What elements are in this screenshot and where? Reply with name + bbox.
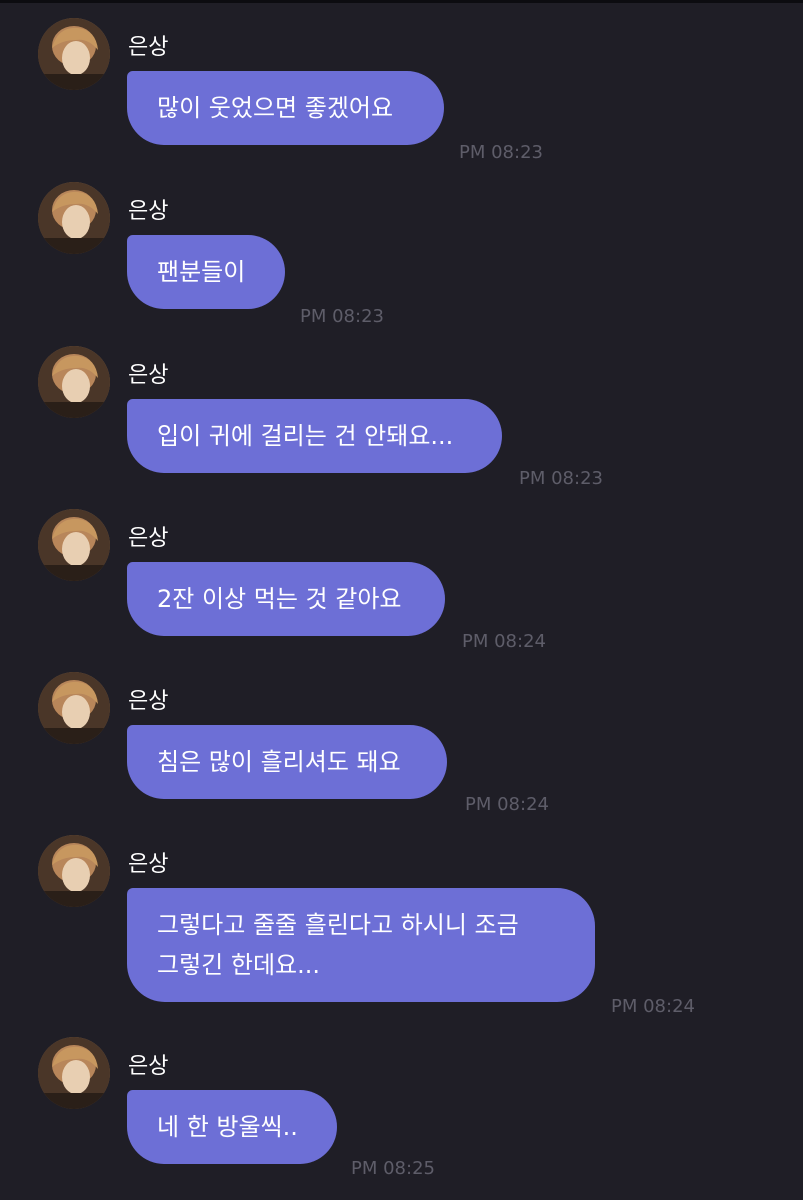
avatar[interactable] — [38, 835, 110, 907]
avatar[interactable] — [38, 18, 110, 90]
message-time: PM 08:24 — [462, 631, 546, 652]
profile-photo-icon — [38, 509, 110, 581]
profile-photo-icon — [38, 18, 110, 90]
message-bubble[interactable]: 네 한 방울씩.. — [127, 1090, 337, 1164]
message-bubble[interactable]: 많이 웃었으면 좋겠어요 — [127, 71, 444, 145]
message-time: PM 08:24 — [465, 794, 549, 815]
avatar[interactable] — [38, 672, 110, 744]
chat-message-list[interactable]: 은상 많이 웃었으면 좋겠어요 PM 08:23 은상 팬분들이 PM 08:2… — [0, 0, 803, 1200]
chat-message: 은상 2잔 이상 먹는 것 같아요 PM 08:24 — [0, 509, 803, 659]
sender-name: 은상 — [128, 363, 169, 388]
message-time: PM 08:25 — [351, 1158, 435, 1179]
profile-photo-icon — [38, 672, 110, 744]
avatar[interactable] — [38, 1037, 110, 1109]
message-time: PM 08:23 — [300, 306, 384, 327]
sender-name: 은상 — [128, 689, 169, 714]
sender-name: 은상 — [128, 35, 169, 60]
profile-photo-icon — [38, 1037, 110, 1109]
chat-message: 은상 입이 귀에 걸리는 건 안돼요... PM 08:23 — [0, 346, 803, 496]
sender-name: 은상 — [128, 199, 169, 224]
chat-message: 은상 그렇다고 줄줄 흘린다고 하시니 조금 그렇긴 한데요... PM 08:… — [0, 835, 803, 1025]
avatar[interactable] — [38, 346, 110, 418]
message-time: PM 08:23 — [519, 468, 603, 489]
message-time: PM 08:23 — [459, 142, 543, 163]
message-bubble[interactable]: 그렇다고 줄줄 흘린다고 하시니 조금 그렇긴 한데요... — [127, 888, 595, 1002]
profile-photo-icon — [38, 835, 110, 907]
profile-photo-icon — [38, 346, 110, 418]
avatar[interactable] — [38, 182, 110, 254]
message-bubble[interactable]: 입이 귀에 걸리는 건 안돼요... — [127, 399, 502, 473]
message-bubble[interactable]: 2잔 이상 먹는 것 같아요 — [127, 562, 445, 636]
sender-name: 은상 — [128, 852, 169, 877]
message-time: PM 08:24 — [611, 996, 695, 1017]
sender-name: 은상 — [128, 1054, 169, 1079]
message-bubble[interactable]: 침은 많이 흘리셔도 돼요 — [127, 725, 447, 799]
chat-message: 은상 팬분들이 PM 08:23 — [0, 182, 803, 332]
chat-message: 은상 네 한 방울씩.. PM 08:25 — [0, 1037, 803, 1187]
chat-message: 은상 많이 웃었으면 좋겠어요 PM 08:23 — [0, 18, 803, 168]
sender-name: 은상 — [128, 526, 169, 551]
avatar[interactable] — [38, 509, 110, 581]
message-bubble[interactable]: 팬분들이 — [127, 235, 285, 309]
profile-photo-icon — [38, 182, 110, 254]
chat-message: 은상 침은 많이 흘리셔도 돼요 PM 08:24 — [0, 672, 803, 822]
